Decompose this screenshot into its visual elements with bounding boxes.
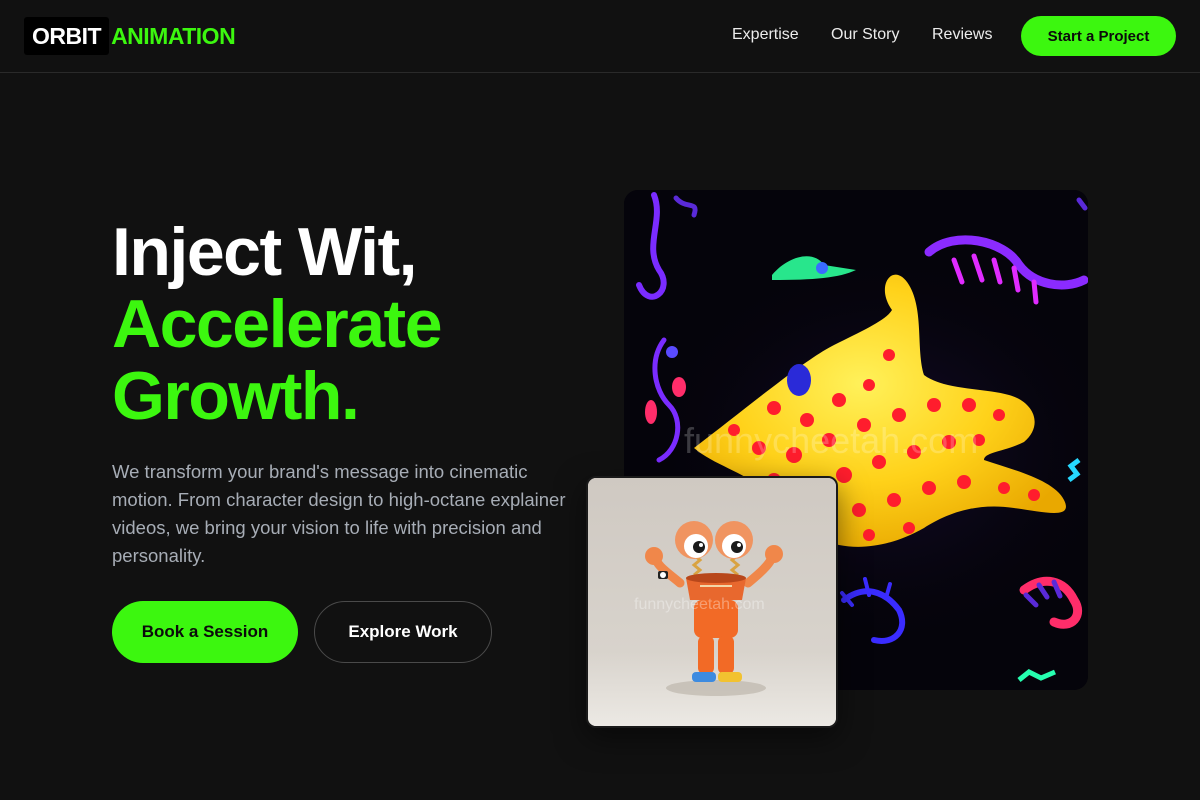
logo-word-orbit: ORBIT bbox=[24, 17, 110, 55]
nav-link-our-story[interactable]: Our Story bbox=[831, 26, 899, 44]
logo-word-animation: ANIMATION bbox=[111, 22, 236, 49]
orange-character-illustration bbox=[588, 478, 836, 726]
hero-description: We transform your brand's message into c… bbox=[112, 461, 566, 566]
start-project-button[interactable]: Start a Project bbox=[1021, 16, 1176, 56]
hero-secondary-image: funnycheetah.com bbox=[586, 476, 838, 728]
site-header: ORBIT ANIMATION Expertise Our Story Revi… bbox=[0, 0, 1200, 73]
explore-work-button[interactable]: Explore Work bbox=[314, 601, 492, 663]
logo[interactable]: ORBIT ANIMATION bbox=[24, 17, 236, 55]
nav-link-expertise[interactable]: Expertise bbox=[732, 26, 799, 44]
headline-line-3: Growth. bbox=[112, 358, 360, 434]
headline-line-2: Accelerate bbox=[112, 286, 443, 362]
nav-link-reviews[interactable]: Reviews bbox=[932, 26, 992, 44]
book-session-button[interactable]: Book a Session bbox=[112, 601, 298, 663]
headline-line-1: Inject Wit, bbox=[112, 214, 418, 290]
hero-headline: Inject Wit, Accelerate Growth. bbox=[112, 216, 582, 432]
